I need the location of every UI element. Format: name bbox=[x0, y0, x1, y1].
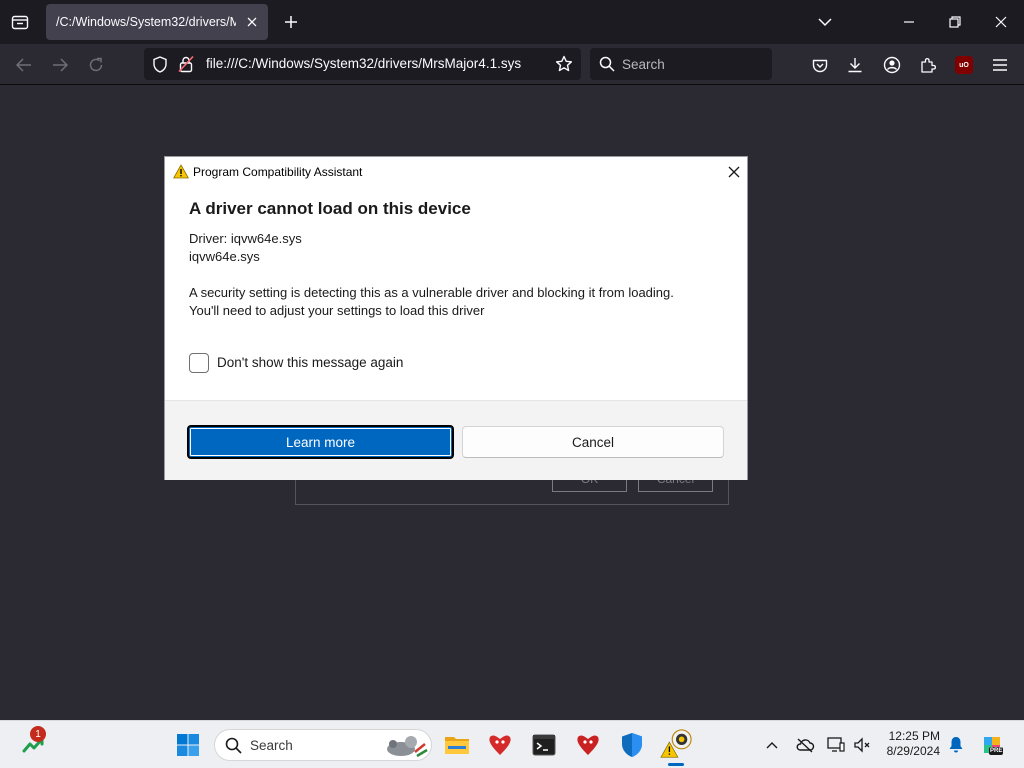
dont-show-again-checkbox[interactable] bbox=[189, 353, 209, 373]
taskbar-search-placeholder: Search bbox=[250, 738, 293, 753]
bookmark-star-icon[interactable] bbox=[555, 55, 573, 78]
tab-bar: /C:/Windows/System32/drivers/MrsMajor4.1… bbox=[0, 0, 1024, 44]
message-line-1: A security setting is detecting this as … bbox=[189, 285, 674, 300]
active-tab[interactable]: /C:/Windows/System32/drivers/MrsMajor4.1… bbox=[46, 4, 268, 40]
tab-list-icon[interactable] bbox=[8, 10, 32, 34]
volume-muted-icon[interactable] bbox=[852, 735, 872, 755]
menu-hamburger-icon[interactable] bbox=[988, 53, 1012, 77]
dont-show-again-label[interactable]: Don't show this message again bbox=[217, 355, 403, 370]
search-highlight-icon bbox=[381, 732, 429, 765]
navigation-toolbar: file:///C:/Windows/System32/drivers/MrsM… bbox=[0, 44, 1024, 85]
ublock-origin-icon[interactable]: uO bbox=[952, 53, 976, 77]
defender-shield-icon[interactable] bbox=[616, 729, 648, 761]
compatibility-dialog: Program Compatibility Assistant A driver… bbox=[164, 156, 748, 480]
clock-time: 12:25 PM bbox=[888, 729, 940, 743]
display-icon[interactable] bbox=[826, 735, 846, 755]
cancel-button[interactable]: Cancel bbox=[462, 426, 724, 458]
search-bar[interactable]: Search bbox=[590, 48, 772, 80]
app-icon-1[interactable] bbox=[484, 729, 516, 761]
widgets-notification-badge: 1 bbox=[30, 726, 46, 742]
start-icon[interactable] bbox=[172, 729, 204, 761]
system-clock[interactable]: 12:25 PM 8/29/2024 bbox=[887, 729, 940, 759]
taskbar-search-icon bbox=[225, 737, 242, 759]
url-text: file:///C:/Windows/System32/drivers/MrsM… bbox=[206, 56, 522, 71]
copilot-badge: PRE bbox=[990, 748, 1003, 754]
taskbar: Search PRE bbox=[0, 720, 1024, 768]
forward-icon[interactable] bbox=[48, 53, 72, 77]
pocket-icon[interactable] bbox=[808, 53, 832, 77]
list-all-tabs-chevron-icon[interactable] bbox=[813, 10, 837, 34]
reload-icon[interactable] bbox=[84, 53, 108, 77]
search-placeholder: Search bbox=[622, 57, 665, 72]
shield-icon[interactable] bbox=[152, 56, 168, 78]
tab-close-icon[interactable] bbox=[244, 14, 260, 30]
learn-more-button[interactable]: Learn more bbox=[187, 425, 454, 459]
search-icon bbox=[599, 56, 615, 77]
window-close-icon[interactable] bbox=[989, 10, 1013, 34]
dialog-title: Program Compatibility Assistant bbox=[193, 165, 363, 179]
new-tab-icon[interactable] bbox=[280, 11, 302, 33]
account-icon[interactable] bbox=[880, 53, 904, 77]
back-icon[interactable] bbox=[12, 53, 36, 77]
driver-line: Driver: iqvw64e.sys bbox=[189, 231, 302, 246]
driver-file-line: iqvw64e.sys bbox=[189, 249, 260, 264]
terminal-icon[interactable] bbox=[528, 729, 560, 761]
warning-icon bbox=[173, 164, 189, 180]
ublock-label: uO bbox=[955, 56, 973, 74]
file-explorer-icon[interactable] bbox=[441, 729, 473, 761]
dialog-heading: A driver cannot load on this device bbox=[189, 199, 471, 218]
show-hidden-icons-chevron-icon[interactable] bbox=[762, 735, 782, 755]
minimize-icon[interactable] bbox=[897, 10, 921, 34]
address-bar[interactable]: file:///C:/Windows/System32/drivers/MrsM… bbox=[144, 48, 581, 80]
restore-icon[interactable] bbox=[943, 10, 967, 34]
extensions-icon[interactable] bbox=[916, 53, 940, 77]
insecure-lock-icon[interactable] bbox=[178, 55, 194, 78]
taskbar-search-box[interactable]: Search bbox=[214, 729, 432, 761]
notifications-bell-icon[interactable] bbox=[946, 735, 966, 755]
message-line-2: You'll need to adjust your settings to l… bbox=[189, 303, 485, 318]
dialog-footer: Learn more Cancel bbox=[165, 400, 747, 480]
app-icon-2[interactable] bbox=[572, 729, 604, 761]
copilot-icon[interactable]: PRE bbox=[980, 733, 1004, 757]
dialog-close-icon[interactable] bbox=[725, 163, 743, 181]
tab-title: /C:/Windows/System32/drivers/MrsMajor4.1… bbox=[56, 15, 236, 29]
downloads-icon[interactable] bbox=[843, 53, 867, 77]
active-app-indicator bbox=[668, 763, 684, 766]
clock-date: 8/29/2024 bbox=[886, 744, 940, 758]
onedrive-offline-icon[interactable] bbox=[795, 735, 815, 755]
warning-app-icon[interactable] bbox=[660, 729, 692, 761]
